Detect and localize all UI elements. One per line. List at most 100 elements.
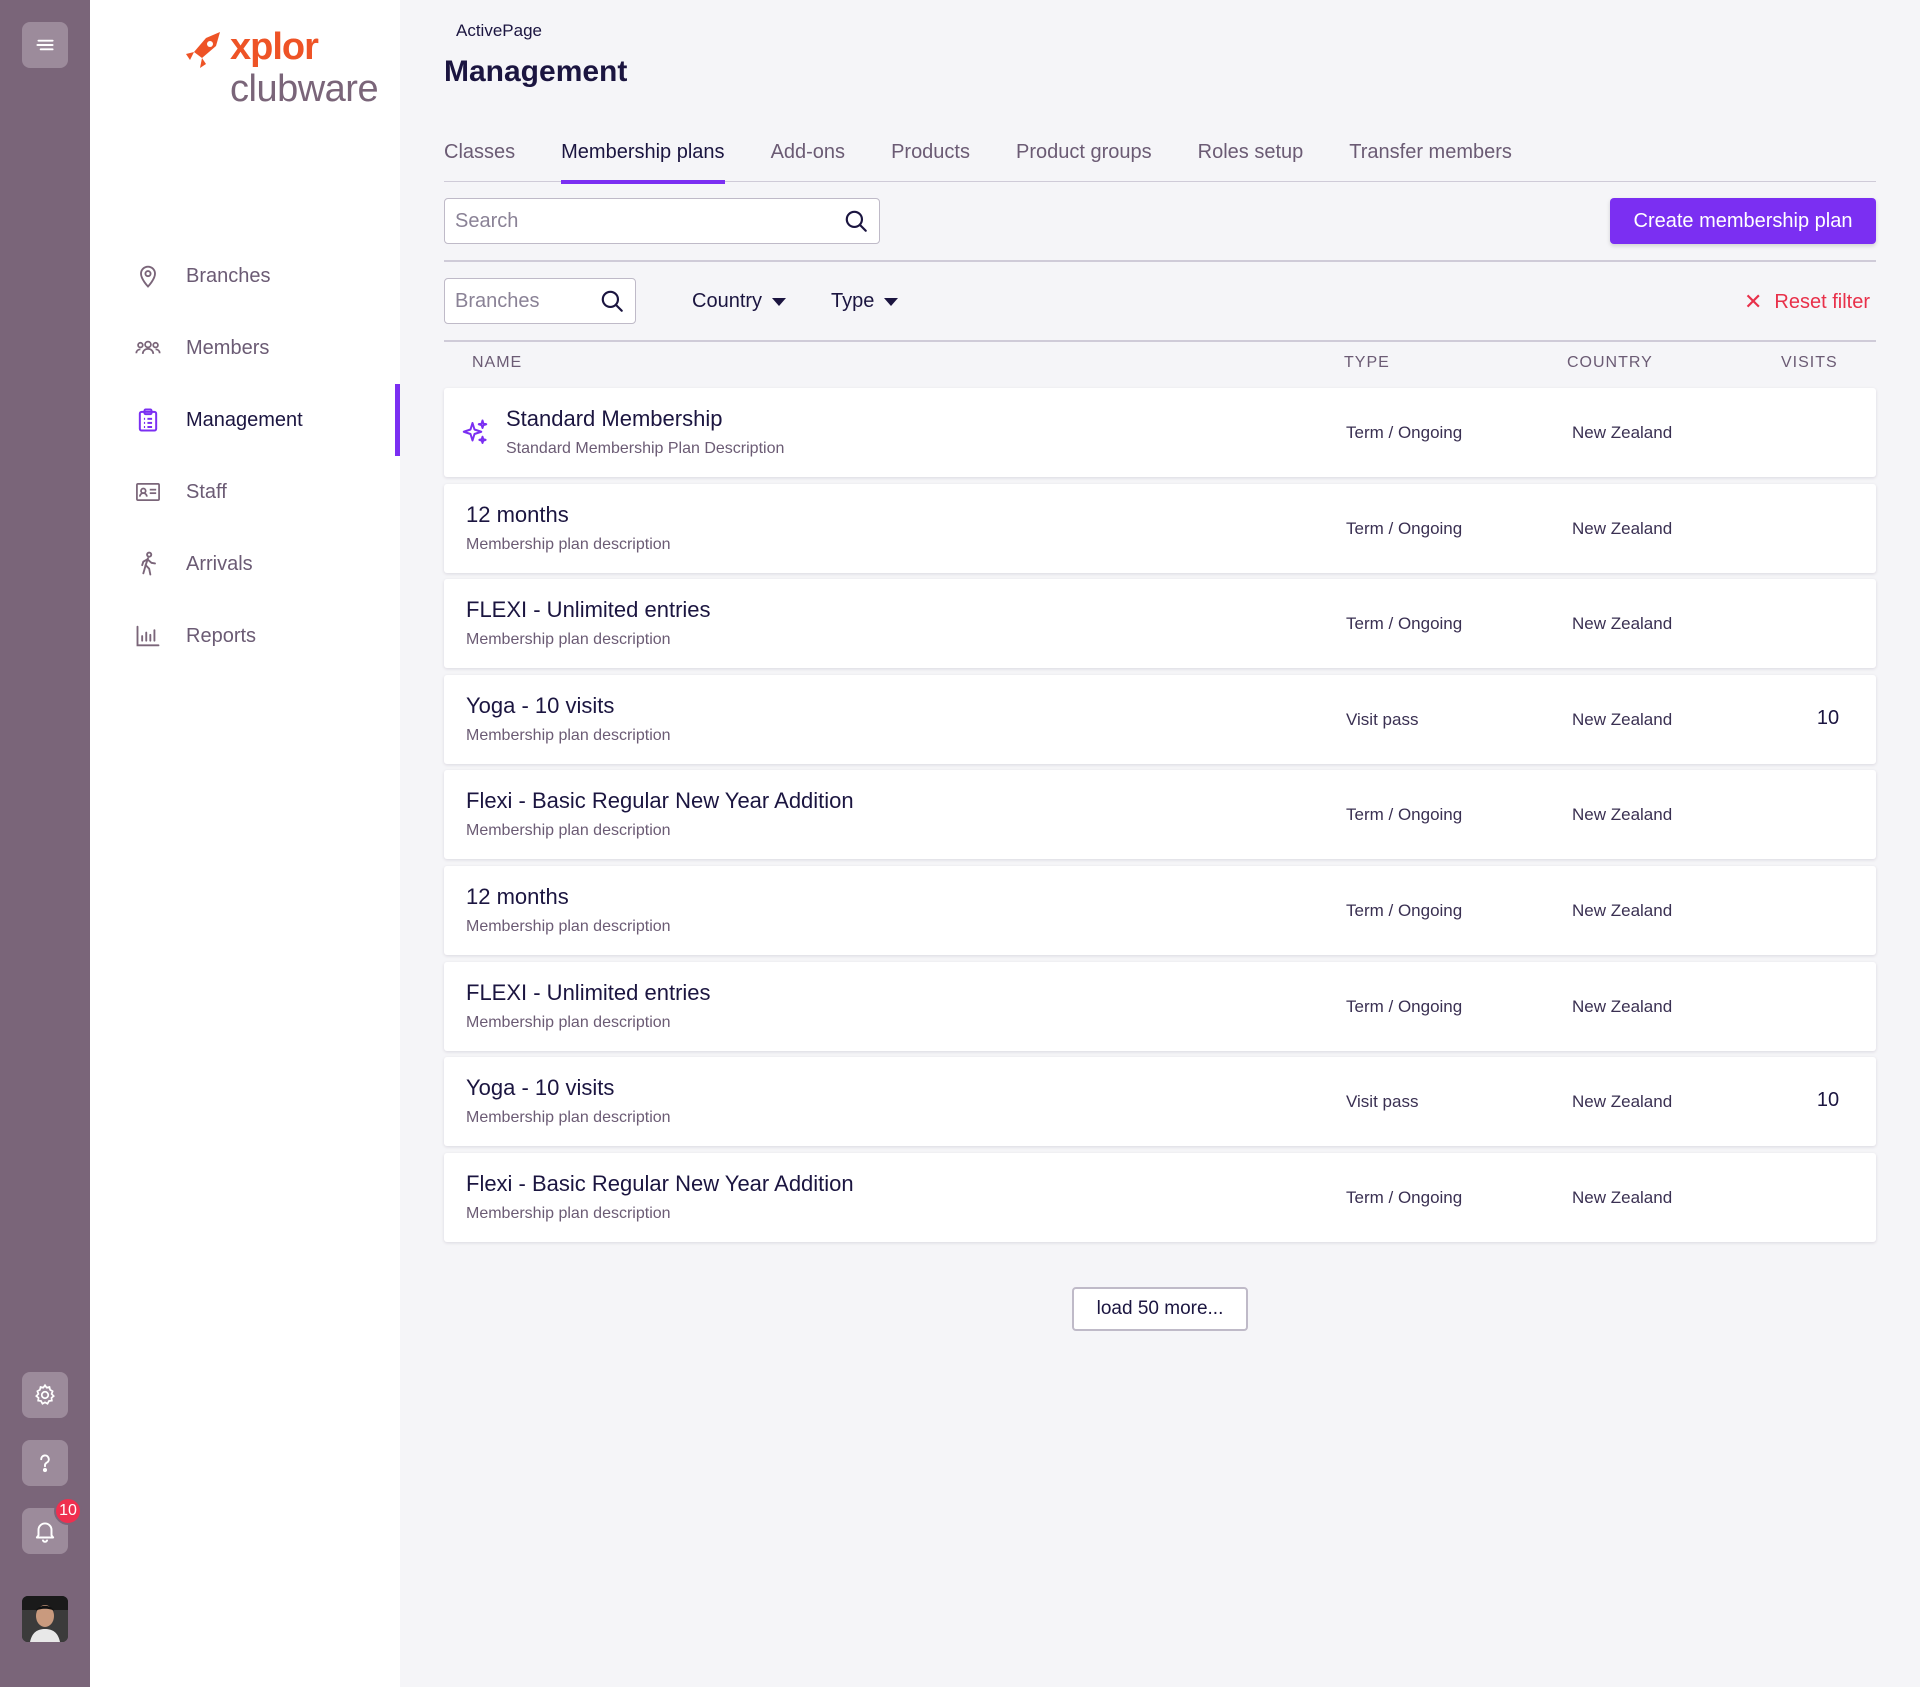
sidebar-item-reports[interactable]: Reports	[90, 600, 400, 672]
table-row[interactable]: Flexi - Basic Regular New Year Addition …	[444, 770, 1876, 860]
logo-text-xplor: xplor	[230, 26, 319, 68]
sidebar-item-arrivals[interactable]: Arrivals	[90, 528, 400, 600]
plan-country: New Zealand	[1572, 423, 1673, 442]
plan-visits: 10	[1816, 706, 1840, 729]
table-row[interactable]: Yoga - 10 visits Membership plan descrip…	[444, 674, 1876, 764]
tab-membership-plans[interactable]: Membership plans	[561, 130, 725, 184]
clipboard-icon	[138, 408, 158, 432]
reset-filter-button[interactable]: ✕ Reset filter	[1744, 289, 1870, 315]
id-card-icon	[136, 482, 160, 502]
plan-name: 12 months	[466, 501, 569, 527]
plan-name: Flexi - Basic Regular New Year Addition	[466, 788, 854, 814]
table-row[interactable]: 12 months Membership plan description Te…	[444, 483, 1876, 573]
plan-description: Membership plan description	[466, 917, 671, 935]
type-dropdown-label: Type	[831, 290, 875, 312]
plan-name: Yoga - 10 visits	[466, 1075, 615, 1101]
tab-transfer-members[interactable]: Transfer members	[1349, 130, 1512, 182]
search-input[interactable]	[455, 209, 843, 233]
tab-roles-setup[interactable]: Roles setup	[1198, 130, 1304, 182]
plan-country: New Zealand	[1572, 1187, 1673, 1207]
table-row[interactable]: Yoga - 10 visits Membership plan descrip…	[444, 1057, 1876, 1147]
plan-description: Membership plan description	[466, 726, 671, 744]
type-dropdown[interactable]: Type	[831, 290, 899, 313]
plan-type: Term / Ongoing	[1346, 518, 1463, 538]
create-membership-plan-button[interactable]: Create membership plan	[1610, 198, 1876, 244]
load-more-button[interactable]: load 50 more...	[1072, 1287, 1248, 1331]
menu-icon	[36, 39, 54, 51]
plan-type: Term / Ongoing	[1346, 423, 1463, 442]
plan-description: Membership plan description	[466, 1013, 671, 1031]
sidebar-item-management[interactable]: Management	[90, 384, 400, 456]
caret-down-icon	[772, 297, 787, 306]
plan-description: Membership plan description	[466, 535, 671, 553]
gear-icon	[35, 1383, 55, 1405]
sparkle-icon	[462, 419, 488, 444]
rocket-logo-icon	[186, 32, 220, 68]
plan-name: Flexi - Basic Regular New Year Addition	[466, 1170, 854, 1196]
membership-plan-list: Standard Membership Standard Membership …	[444, 388, 1876, 1248]
column-header-visits[interactable]: VISITS	[1781, 354, 1838, 372]
plan-description: Membership plan description	[466, 631, 671, 649]
column-header-name[interactable]: NAME	[472, 354, 522, 372]
plan-type: Term / Ongoing	[1346, 900, 1463, 920]
table-row[interactable]: Standard Membership Standard Membership …	[444, 388, 1876, 477]
menu-toggle-button[interactable]	[22, 22, 68, 68]
settings-button[interactable]	[22, 1372, 68, 1418]
plan-country: New Zealand	[1572, 900, 1673, 920]
sidebar-item-label: Staff	[186, 480, 227, 503]
plan-country: New Zealand	[1572, 996, 1673, 1016]
country-dropdown[interactable]: Country	[692, 290, 787, 313]
sidebar-item-label: Branches	[186, 264, 271, 287]
divider	[444, 340, 1876, 342]
sidebar-item-staff[interactable]: Staff	[90, 456, 400, 528]
help-button[interactable]	[22, 1440, 68, 1486]
plan-country: New Zealand	[1572, 614, 1673, 634]
avatar[interactable]	[22, 1596, 68, 1642]
sidebar-item-members[interactable]: Members	[90, 312, 400, 384]
logo-text-clubware: clubware	[230, 68, 379, 110]
divider	[444, 260, 1876, 262]
plan-type: Term / Ongoing	[1346, 614, 1463, 634]
sidebar-item-label: Management	[186, 408, 303, 431]
plan-description: Standard Membership Plan Description	[506, 440, 785, 457]
members-icon	[135, 340, 161, 354]
plan-name: 12 months	[466, 883, 569, 909]
plan-type: Term / Ongoing	[1346, 996, 1463, 1016]
search-box	[444, 198, 880, 244]
tab-product-groups[interactable]: Product groups	[1016, 130, 1152, 182]
plan-visits: 10	[1816, 1089, 1840, 1112]
branches-filter-input[interactable]	[455, 289, 585, 313]
sidebar-item-label: Arrivals	[186, 552, 253, 575]
table-row[interactable]: 12 months Membership plan description Te…	[444, 865, 1876, 955]
plan-type: Visit pass	[1346, 709, 1419, 729]
notification-badge: 10	[54, 1497, 82, 1525]
branches-filter	[444, 278, 636, 324]
search-icon[interactable]	[599, 288, 625, 314]
plan-country: New Zealand	[1572, 709, 1673, 729]
walking-icon	[141, 551, 156, 576]
plan-country: New Zealand	[1572, 518, 1673, 538]
table-row[interactable]: FLEXI - Unlimited entries Membership pla…	[444, 961, 1876, 1051]
user-avatar-icon	[22, 1596, 68, 1642]
table-row[interactable]: FLEXI - Unlimited entries Membership pla…	[444, 579, 1876, 669]
sidebar-item-label: Members	[186, 336, 270, 359]
plan-type: Term / Ongoing	[1346, 1187, 1463, 1207]
column-header-country[interactable]: COUNTRY	[1567, 354, 1653, 372]
column-header-type[interactable]: TYPE	[1344, 354, 1390, 372]
plan-country: New Zealand	[1572, 805, 1673, 825]
bell-icon	[35, 1522, 55, 1543]
plan-description: Membership plan description	[466, 1204, 671, 1222]
table-row[interactable]: Flexi - Basic Regular New Year Addition …	[444, 1152, 1876, 1242]
country-dropdown-label: Country	[692, 290, 763, 312]
plan-name: Yoga - 10 visits	[466, 692, 615, 718]
tab-products[interactable]: Products	[891, 130, 970, 182]
plan-type: Visit pass	[1346, 1092, 1419, 1112]
sidebar-item-branches[interactable]: Branches	[90, 240, 400, 312]
search-icon[interactable]	[843, 208, 869, 234]
page-title: Management	[444, 55, 628, 88]
tab-add-ons[interactable]: Add-ons	[771, 130, 846, 182]
tab-classes[interactable]: Classes	[444, 130, 515, 182]
tab-bar: Classes Membership plans Add-ons Product…	[444, 130, 1876, 184]
sidebar-item-label: Reports	[186, 624, 257, 647]
breadcrumb[interactable]: ActivePage	[456, 21, 542, 41]
